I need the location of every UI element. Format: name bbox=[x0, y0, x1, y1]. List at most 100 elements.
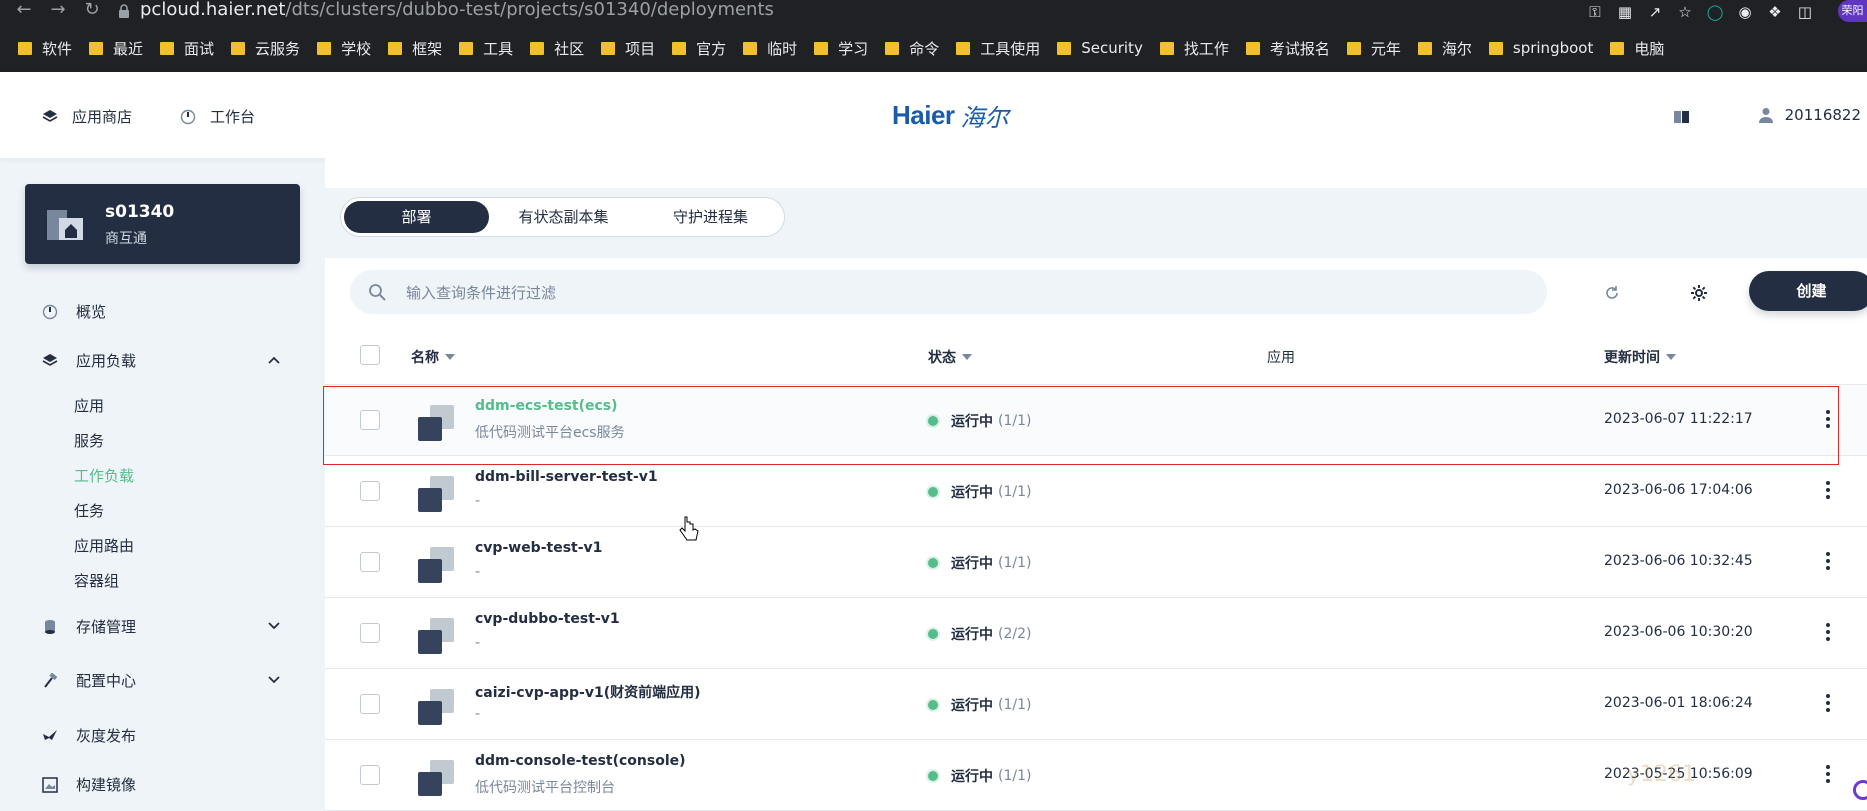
bookmark-item[interactable]: Security bbox=[1057, 39, 1143, 57]
bookmark-item[interactable]: 元年 bbox=[1346, 38, 1401, 59]
sidebar-sub-item-active[interactable]: 工作负载 bbox=[74, 465, 134, 486]
bookmark-item[interactable]: 社区 bbox=[530, 38, 584, 59]
sidebar-item-config[interactable]: 配置中心 bbox=[42, 670, 136, 691]
chevron-down-icon[interactable] bbox=[267, 673, 281, 687]
bookmark-label: 软件 bbox=[42, 39, 73, 58]
sidepanel-icon[interactable]: ◫ bbox=[1795, 2, 1815, 22]
tab-daemonsets[interactable]: 守护进程集 bbox=[638, 201, 783, 233]
sidebar-sub-item[interactable]: 服务 bbox=[74, 430, 104, 451]
gear-icon[interactable] bbox=[1690, 284, 1708, 302]
chevron-down-icon[interactable] bbox=[267, 619, 281, 633]
reload-icon[interactable]: ↻ bbox=[80, 0, 104, 24]
bookmark-item[interactable]: 学习 bbox=[814, 38, 868, 59]
sidebar-item-overview[interactable]: 概览 bbox=[42, 301, 106, 322]
more-vertical-icon[interactable] bbox=[1823, 407, 1833, 431]
back-icon[interactable]: ← bbox=[12, 0, 36, 24]
url-field[interactable]: pcloud.haier.net/dts/clusters/dubbo-test… bbox=[140, 0, 774, 24]
workload-name[interactable]: ddm-bill-server-test-v1 bbox=[475, 469, 658, 485]
row-checkbox[interactable] bbox=[360, 694, 380, 714]
workload-name[interactable]: cvp-web-test-v1 bbox=[475, 540, 602, 556]
more-vertical-icon[interactable] bbox=[1823, 762, 1833, 786]
row-checkbox[interactable] bbox=[360, 552, 380, 572]
bookmark-item[interactable]: 命令 bbox=[885, 38, 939, 59]
tab-statefulsets[interactable]: 有状态副本集 bbox=[491, 201, 636, 233]
bookmark-item[interactable]: 考试报名 bbox=[1245, 38, 1330, 59]
user-menu[interactable]: 20116822 bbox=[1758, 106, 1861, 124]
table-row[interactable]: ddm-bill-server-test-v1 - 运行中 (1/1) 2023-06-… bbox=[325, 456, 1867, 527]
forward-icon[interactable]: → bbox=[46, 0, 70, 24]
workload-status: 运行中 (2/2) bbox=[928, 624, 1031, 644]
sidebar-sub-item[interactable]: 应用 bbox=[74, 395, 104, 416]
bookmark-item[interactable]: 海尔 bbox=[1417, 38, 1472, 59]
bookmark-item[interactable]: 电脑 bbox=[1610, 38, 1664, 59]
folder-icon bbox=[1488, 41, 1503, 55]
share-icon[interactable]: ↗ bbox=[1645, 2, 1665, 22]
key-icon[interactable]: ⚿ bbox=[1585, 2, 1605, 22]
workload-name[interactable]: ddm-console-test(console) bbox=[475, 753, 686, 769]
sidebar-sub-item[interactable]: 任务 bbox=[74, 500, 104, 521]
bookmark-label: 考试报名 bbox=[1269, 39, 1330, 58]
bookmark-item[interactable]: 最近 bbox=[89, 38, 143, 59]
workload-name[interactable]: caizi-cvp-app-v1(财资前端应用) bbox=[475, 682, 701, 702]
app-store-link[interactable]: 应用商店 bbox=[42, 106, 132, 127]
sidebar-item-gray-release[interactable]: 灰度发布 bbox=[42, 725, 136, 746]
table-row[interactable]: cvp-dubbo-test-v1 - 运行中 (2/2) 2023-06-06 10:… bbox=[325, 598, 1867, 669]
bookmark-item[interactable]: 找工作 bbox=[1159, 38, 1229, 59]
column-header-name[interactable]: 名称 bbox=[411, 347, 455, 367]
more-vertical-icon[interactable] bbox=[1823, 691, 1833, 715]
bookmark-item[interactable]: 学校 bbox=[317, 38, 371, 59]
refresh-icon[interactable] bbox=[1603, 284, 1621, 302]
row-checkbox[interactable] bbox=[360, 410, 380, 430]
project-card[interactable]: s01340 商互通 bbox=[25, 184, 300, 264]
table-row[interactable]: cvp-web-test-v1 - 运行中 (1/1) 2023-06-06 10:32… bbox=[325, 527, 1867, 598]
bookmark-label: 工具使用 bbox=[980, 39, 1041, 58]
folder-icon bbox=[1346, 41, 1361, 55]
dashboard-icon bbox=[42, 304, 58, 319]
sidebar-item-storage[interactable]: 存储管理 bbox=[42, 616, 136, 637]
project-icon bbox=[47, 210, 83, 240]
docs-icon[interactable] bbox=[1674, 110, 1690, 124]
bookmark-item[interactable]: 软件 bbox=[18, 38, 72, 59]
sidebar-item-workloads[interactable]: 应用负载 bbox=[42, 350, 136, 371]
folder-icon bbox=[231, 41, 246, 55]
more-vertical-icon[interactable] bbox=[1823, 620, 1833, 644]
workload-name[interactable]: ddm-ecs-test(ecs) bbox=[475, 398, 618, 414]
row-checkbox[interactable] bbox=[360, 481, 380, 501]
select-all-checkbox[interactable] bbox=[360, 345, 380, 365]
chevron-up-icon[interactable] bbox=[267, 353, 281, 367]
row-checkbox[interactable] bbox=[360, 765, 380, 785]
bookmark-item[interactable]: 框架 bbox=[388, 38, 442, 59]
puzzle-icon[interactable]: ❖ bbox=[1765, 2, 1785, 22]
bookmark-item[interactable]: 工具 bbox=[459, 38, 513, 59]
create-button[interactable]: 创建 bbox=[1749, 271, 1867, 311]
row-checkbox[interactable] bbox=[360, 623, 380, 643]
bookmark-item[interactable]: 工具使用 bbox=[956, 38, 1040, 59]
bookmark-item[interactable]: 项目 bbox=[601, 38, 655, 59]
bookmark-item[interactable]: 临时 bbox=[743, 38, 797, 59]
filter-search-bar[interactable]: 输入查询条件进行过滤 bbox=[350, 270, 1547, 314]
column-header-status[interactable]: 状态 bbox=[928, 347, 972, 367]
sidebar-item-build-image[interactable]: 构建镜像 bbox=[42, 774, 136, 795]
bookmark-item[interactable]: 云服务 bbox=[231, 38, 300, 59]
bookmark-item[interactable]: springboot bbox=[1488, 39, 1593, 57]
tab-deployments[interactable]: 部署 bbox=[344, 201, 489, 233]
bookmark-item[interactable]: 面试 bbox=[160, 38, 214, 59]
translate-icon[interactable]: ▦ bbox=[1615, 2, 1635, 22]
column-header-updated[interactable]: 更新时间 bbox=[1604, 347, 1676, 367]
haier-logo[interactable]: Haier 海尔 bbox=[892, 100, 1009, 132]
workbench-link[interactable]: 工作台 bbox=[180, 106, 255, 127]
floating-assistant-icon[interactable] bbox=[1853, 780, 1867, 800]
more-vertical-icon[interactable] bbox=[1823, 478, 1833, 502]
bookmark-item[interactable]: 官方 bbox=[672, 38, 726, 59]
workload-name[interactable]: cvp-dubbo-test-v1 bbox=[475, 611, 620, 627]
sidebar-sub-item[interactable]: 应用路由 bbox=[74, 535, 134, 556]
star-icon[interactable]: ☆ bbox=[1675, 2, 1695, 22]
extension-ghost-icon[interactable]: ◉ bbox=[1735, 2, 1755, 22]
profile-avatar[interactable]: 荣阳 bbox=[1838, 0, 1867, 22]
more-vertical-icon[interactable] bbox=[1823, 549, 1833, 573]
table-row[interactable]: ddm-ecs-test(ecs) 低代码测试平台ecs服务 运行中 (1/1) 202… bbox=[325, 385, 1867, 456]
url-host: pcloud.haier.net bbox=[140, 0, 286, 20]
sidebar-sub-item[interactable]: 容器组 bbox=[74, 570, 119, 591]
table-row[interactable]: caizi-cvp-app-v1(财资前端应用) - 运行中 (1/1) 2023-06… bbox=[325, 669, 1867, 740]
extension-t-icon[interactable]: ◯ bbox=[1705, 2, 1725, 22]
